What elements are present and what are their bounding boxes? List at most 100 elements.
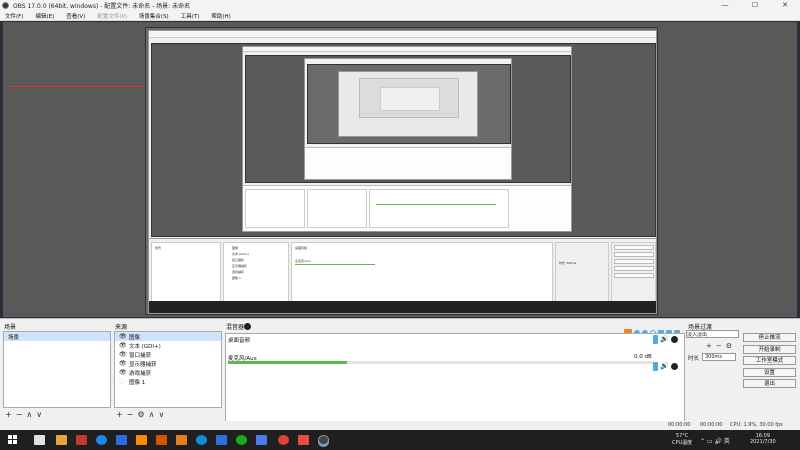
status-bar: 00:00:00 00:00:00 CPU: 1.9%, 30.00 fps — [0, 421, 800, 430]
obs-logo-icon — [2, 2, 9, 9]
source-item[interactable]: 👁 文本 (GDI+) — [115, 341, 221, 350]
source-label: 游戏捕获 — [129, 370, 152, 377]
sources-toolbar: + − ⚙ ∧ ∨ — [116, 410, 168, 419]
visibility-eye-icon[interactable]: 👁 — [119, 342, 127, 349]
audio-mixer: 桌面音频 🔊 麦克风/Aux 0.0 dB 🔊 — [225, 333, 685, 423]
visibility-eye-icon[interactable]: 👁 — [119, 351, 127, 358]
taskbar-app-icon[interactable] — [136, 435, 147, 445]
settings-button[interactable]: 设置 — [743, 367, 796, 377]
source-label: 显示器捕获 — [129, 361, 157, 368]
menu-profile[interactable]: 配置文件(P) — [97, 12, 127, 20]
scene-item[interactable]: 场景 — [4, 332, 110, 341]
source-properties-gear-icon[interactable]: ⚙ — [137, 410, 144, 419]
preview-area[interactable]: 图像 场景 图像 文本 (GDI+) 窗口捕获 显示器捕获 游戏捕获 图像 — [3, 22, 797, 317]
nested-obs-window-3 — [304, 58, 512, 180]
taskbar-app-icon[interactable] — [256, 435, 267, 445]
source-item[interactable]: 👁 游戏捕获 — [115, 368, 221, 377]
exit-button[interactable]: 退出 — [743, 379, 796, 389]
taskbar-app-icon[interactable] — [34, 435, 45, 445]
start-recording-button[interactable]: 开始录制 — [743, 344, 796, 354]
windows-start-icon[interactable] — [8, 435, 17, 444]
taskbar-app-icon[interactable] — [176, 435, 187, 445]
menu-help[interactable]: 帮助(H) — [211, 12, 230, 20]
source-label: 图像 — [129, 334, 141, 341]
visibility-eye-icon[interactable]: 👁 — [119, 360, 127, 367]
transition-gear-icon[interactable]: ⚙ — [726, 342, 732, 350]
taskbar-app-icon[interactable] — [298, 435, 309, 445]
wechat-icon[interactable] — [236, 435, 247, 445]
remove-scene-button[interactable]: − — [16, 410, 23, 419]
maximize-button[interactable]: ☐ — [740, 0, 770, 11]
speaker-icon[interactable]: 🔊 — [660, 362, 669, 370]
taskbar-app-icon[interactable] — [216, 435, 227, 445]
audio-meter-fill — [228, 361, 347, 364]
sources-title: 来源 — [115, 324, 128, 331]
menu-edit[interactable]: 编辑(E) — [35, 12, 54, 20]
rec-time: 00:00:00 — [668, 422, 691, 428]
source-item[interactable]: 👁 窗口捕获 — [115, 350, 221, 359]
speaker-icon[interactable]: 🔊 — [660, 335, 669, 343]
cpu-fps: CPU: 1.9%, 30.00 fps — [730, 422, 783, 428]
move-source-down-button[interactable]: ∨ — [158, 410, 164, 419]
mixer-title: 混音器 — [226, 324, 245, 331]
visibility-eye-icon[interactable]: 👁 — [119, 333, 127, 340]
volume-slider[interactable] — [653, 335, 658, 344]
transitions-panel: 淡入淡出 + − ⚙ 时长 300ms — [686, 330, 741, 362]
file-explorer-icon[interactable] — [56, 435, 67, 445]
source-item[interactable]: ◌ 图像 1 — [115, 377, 221, 386]
menu-tools[interactable]: 工具(T) — [181, 12, 200, 20]
stream-time: 00:00:00 — [700, 422, 723, 428]
close-button[interactable]: ✕ — [770, 0, 800, 11]
volume-slider[interactable] — [653, 362, 658, 371]
scenes-toolbar: + − ∧ ∨ — [5, 410, 46, 419]
transition-select[interactable]: 淡入淡出 — [686, 330, 739, 338]
track-gear-icon[interactable] — [671, 336, 678, 343]
taskbar-app-icon[interactable] — [96, 435, 107, 445]
remove-source-button[interactable]: − — [127, 410, 134, 419]
menu-scene-collection[interactable]: 场景集合(S) — [139, 12, 169, 20]
preview-canvas[interactable]: 图像 场景 图像 文本 (GDI+) 窗口捕获 显示器捕获 游戏捕获 图像 — [145, 27, 658, 315]
db-value: 0.0 dB — [634, 354, 652, 360]
add-transition-button[interactable]: + — [706, 342, 712, 350]
mixer-track-name: 桌面音频 — [228, 338, 251, 344]
source-label: 窗口捕获 — [129, 352, 152, 359]
remove-transition-button[interactable]: − — [716, 342, 722, 350]
edge-browser-icon[interactable] — [196, 435, 207, 445]
taskbar-app-icon[interactable] — [76, 435, 87, 445]
move-scene-down-button[interactable]: ∨ — [36, 410, 42, 419]
add-scene-button[interactable]: + — [5, 410, 12, 419]
chrome-icon[interactable] — [278, 435, 289, 445]
transition-toolbar: + − ⚙ — [706, 341, 736, 350]
studio-mode-button[interactable]: 工作室模式 — [743, 356, 796, 366]
duration-input[interactable]: 300ms — [702, 353, 736, 361]
source-item[interactable]: 👁 图像 — [115, 332, 221, 341]
minimize-button[interactable]: — — [710, 0, 740, 11]
stop-streaming-button[interactable]: 停止推流 — [743, 333, 796, 342]
track-gear-icon[interactable] — [671, 363, 678, 370]
mixer-gear-icon[interactable] — [244, 323, 251, 330]
menu-file[interactable]: 文件(F) — [5, 12, 23, 20]
visibility-eye-hidden-icon[interactable]: ◌ — [119, 378, 126, 385]
menu-bar: 文件(F) 编辑(E) 查看(V) 配置文件(P) 场景集合(S) 工具(T) … — [0, 11, 800, 21]
windows-taskbar: 57°C CPU温度 ⌃ ▭ 🔊 英 16:09 2021/7/30 — [0, 430, 800, 450]
source-item[interactable]: 👁 显示器捕获 — [115, 359, 221, 368]
source-label: 文本 (GDI+) — [129, 343, 161, 350]
taskbar-app-icon[interactable] — [156, 435, 167, 445]
source-label: 图像 1 — [129, 379, 146, 386]
taskbar-app-icon[interactable] — [116, 435, 127, 445]
audio-meter — [228, 361, 653, 364]
title-bar: OBS 17.0.0 (64bit, windows) - 配置文件: 未命名 … — [0, 0, 800, 11]
move-scene-up-button[interactable]: ∧ — [26, 410, 32, 419]
add-source-button[interactable]: + — [116, 410, 123, 419]
visibility-eye-icon[interactable]: 👁 — [119, 369, 127, 376]
window-title: OBS 17.0.0 (64bit, windows) - 配置文件: 未命名 … — [13, 3, 191, 10]
tray-icons[interactable]: ⌃ ▭ 🔊 英 — [700, 436, 730, 445]
menu-view[interactable]: 查看(V) — [66, 12, 85, 20]
obs-taskbar-icon[interactable] — [318, 435, 329, 445]
sources-list[interactable]: 👁 图像 👁 文本 (GDI+) 👁 窗口捕获 👁 显示器捕获 👁 游戏捕获 ◌… — [114, 331, 222, 408]
nested-obs-window-2 — [242, 46, 572, 232]
cpu-temp: 57°C CPU温度 — [672, 433, 693, 446]
scenes-list[interactable]: 场景 — [3, 331, 111, 408]
move-source-up-button[interactable]: ∧ — [149, 410, 155, 419]
clock[interactable]: 16:09 2021/7/30 — [750, 433, 776, 445]
